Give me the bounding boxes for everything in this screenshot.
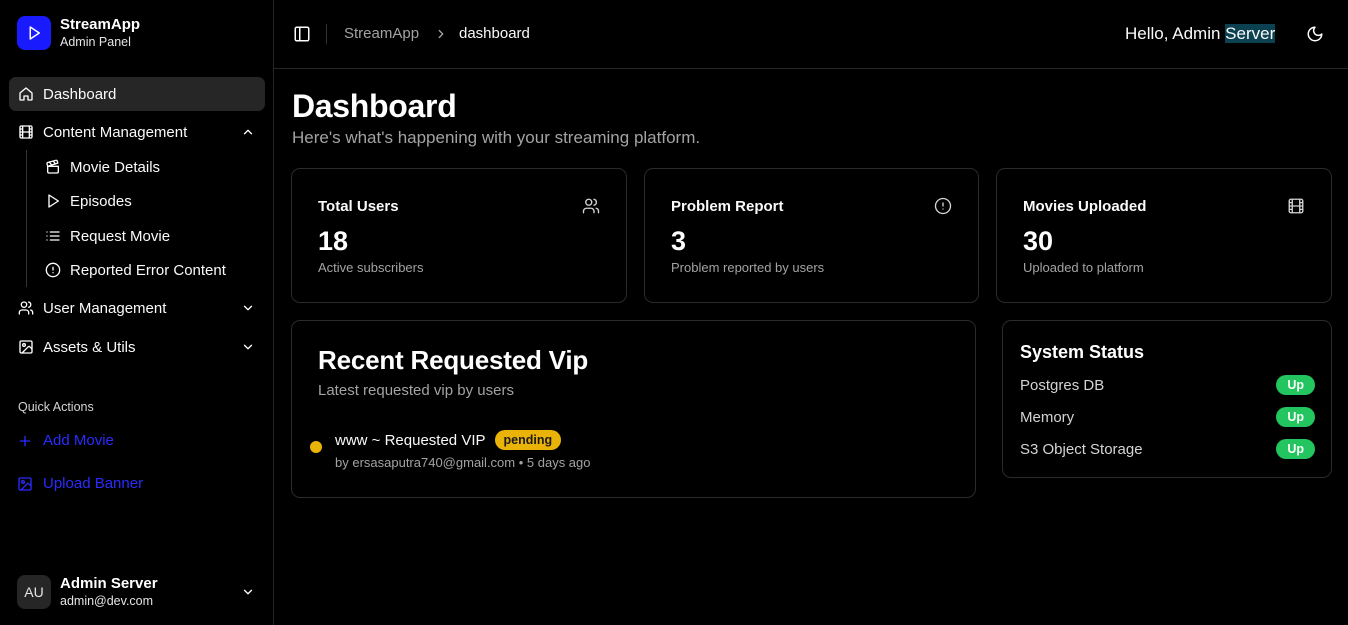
film-icon <box>18 124 34 140</box>
stat-title: Total Users <box>318 198 399 215</box>
home-icon <box>18 86 34 102</box>
upload-banner-label: Upload Banner <box>43 475 144 492</box>
upload-banner-button[interactable]: Upload Banner <box>17 475 143 492</box>
chevron-down-icon <box>241 585 255 599</box>
status-dot <box>310 441 322 453</box>
service-name: S3 Object Storage <box>1020 440 1143 458</box>
stat-subtitle: Uploaded to platform <box>1023 260 1144 275</box>
plus-icon <box>17 433 33 449</box>
sidebar-subitem-label: Request Movie <box>70 227 171 245</box>
stat-value: 30 <box>1023 226 1054 256</box>
status-badge: pending <box>494 430 562 450</box>
service-row: Postgres DB Up <box>1020 373 1315 397</box>
page-subtitle: Here's what's happening with your stream… <box>292 128 701 147</box>
chevron-right-icon <box>434 27 448 41</box>
sidebar-subitem-movie-details[interactable]: Movie Details <box>36 151 236 183</box>
greeting: Hello, Admin Server <box>1125 24 1276 44</box>
user-name: Admin Server <box>60 575 158 592</box>
sidebar-item-label: User Management <box>43 299 167 317</box>
stat-value: 3 <box>671 226 687 256</box>
sidebar-item-dashboard[interactable]: Dashboard <box>9 77 265 111</box>
sidebar-toggle-icon[interactable] <box>293 25 311 43</box>
list-icon <box>45 228 61 244</box>
chevron-up-icon <box>241 125 255 139</box>
sidebar-item-label: Assets & Utils <box>43 338 136 356</box>
stat-card-movies-uploaded: Movies Uploaded 30 Uploaded to platform <box>996 168 1332 303</box>
sidebar-item-content-management[interactable]: Content Management <box>9 115 265 149</box>
service-name: Memory <box>1020 408 1075 426</box>
list-item[interactable]: www ~ Requested VIP pending <box>335 430 562 450</box>
alert-circle-icon <box>45 262 61 278</box>
greeting-prefix: Hello, Admin <box>1125 24 1226 43</box>
play-icon <box>17 16 51 50</box>
quick-actions-title: Quick Actions <box>18 400 94 414</box>
stat-card-problem-report: Problem Report 3 Problem reported by use… <box>644 168 979 303</box>
chevron-down-icon <box>241 340 255 354</box>
top-header: StreamApp dashboard Hello, Admin Server <box>274 0 1348 69</box>
stat-value: 18 <box>318 226 349 256</box>
sidebar-item-label: Dashboard <box>43 85 117 103</box>
recent-title: Recent Requested Vip <box>318 345 589 375</box>
service-name: Postgres DB <box>1020 376 1105 394</box>
sidebar-subitem-request-movie[interactable]: Request Movie <box>36 220 236 252</box>
sidebar-subitem-label: Movie Details <box>70 158 161 176</box>
stat-subtitle: Active subscribers <box>318 260 424 275</box>
status-badge: Up <box>1276 375 1315 395</box>
greeting-highlight: Server <box>1225 24 1276 43</box>
film-icon <box>1287 197 1305 215</box>
brand-name: StreamApp <box>60 16 141 33</box>
system-status-card: System Status Postgres DB Up Memory Up S… <box>1002 320 1332 478</box>
users-icon <box>582 197 600 215</box>
request-meta: by ersasaputra740@gmail.com • 5 days ago <box>335 455 591 470</box>
image-icon <box>17 476 33 492</box>
brand-subtitle: Admin Panel <box>60 35 131 49</box>
sidebar-item-label: Content Management <box>43 123 188 141</box>
users-icon <box>18 300 34 316</box>
status-badge: Up <box>1276 439 1315 459</box>
clapperboard-icon <box>45 159 61 175</box>
stat-title: Movies Uploaded <box>1023 198 1147 215</box>
play-icon <box>45 193 61 209</box>
stat-card-total-users: Total Users 18 Active subscribers <box>291 168 627 303</box>
page-title: Dashboard <box>292 88 457 124</box>
sidebar-subitem-label: Reported Error Content <box>70 261 226 279</box>
request-name: www ~ Requested VIP <box>335 431 486 449</box>
stat-subtitle: Problem reported by users <box>671 260 825 275</box>
sidebar-subitem-reported-error-content[interactable]: Reported Error Content <box>36 254 236 286</box>
add-movie-label: Add Movie <box>43 432 114 449</box>
sidebar-item-assets-utils[interactable]: Assets & Utils <box>9 330 265 364</box>
status-badge: Up <box>1276 407 1315 427</box>
service-row: S3 Object Storage Up <box>1020 437 1315 461</box>
sidebar-item-user-management[interactable]: User Management <box>9 291 265 325</box>
breadcrumb-root[interactable]: StreamApp <box>344 25 419 42</box>
recent-requested-vip-card: Recent Requested Vip Latest requested vi… <box>291 320 976 498</box>
alert-circle-icon <box>934 197 952 215</box>
sidebar: StreamApp Admin Panel Dashboard Content … <box>0 0 274 625</box>
image-icon <box>18 339 34 355</box>
recent-subtitle: Latest requested vip by users <box>318 382 514 399</box>
user-menu[interactable]: AU Admin Server admin@dev.com <box>17 574 262 610</box>
avatar: AU <box>17 575 51 609</box>
system-status-title: System Status <box>1020 342 1145 362</box>
chevron-down-icon <box>241 301 255 315</box>
submenu-line <box>26 150 27 287</box>
theme-toggle-moon-icon[interactable] <box>1306 25 1324 43</box>
breadcrumb-current: dashboard <box>459 25 530 42</box>
add-movie-button[interactable]: Add Movie <box>17 432 114 449</box>
stat-title: Problem Report <box>671 198 784 215</box>
service-row: Memory Up <box>1020 405 1315 429</box>
user-email: admin@dev.com <box>60 594 154 608</box>
header-divider <box>326 24 327 44</box>
brand[interactable]: StreamApp Admin Panel <box>17 16 140 50</box>
sidebar-subitem-episodes[interactable]: Episodes <box>36 185 236 217</box>
sidebar-subitem-label: Episodes <box>70 192 132 210</box>
